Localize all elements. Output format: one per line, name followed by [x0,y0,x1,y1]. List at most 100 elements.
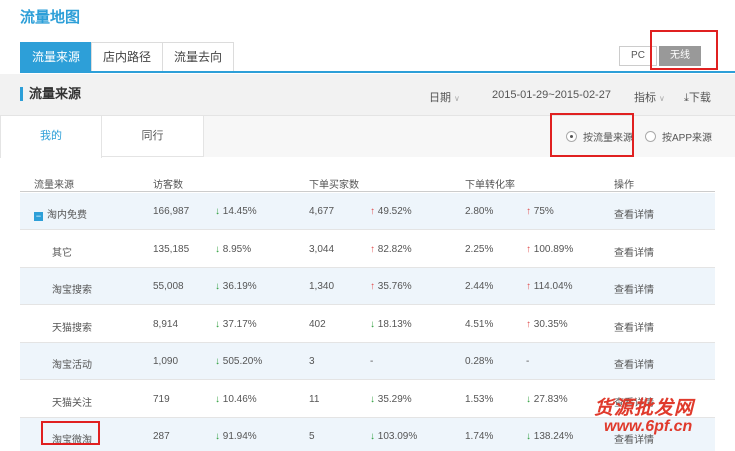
visitors-cell: 719 [153,393,170,405]
arrow-up-icon: ↑ [526,318,531,330]
table-row: 天猫关注 719 ↓ 10.46% 11 ↓ 35.29% 1.53% ↓ 27.83% 查看… [20,381,715,418]
table-row: 淘宝微淘 287 ↓ 91.94% 5 ↓ 103.09% 1.74% ↓ 138.24% 查… [20,418,715,451]
buyers-change-value: 18.13% [377,318,412,330]
buyers-change: ↑ 49.52% [370,206,412,217]
source-name-cell: 淘宝活动 [52,356,92,371]
buyers-change-value: 35.76% [377,281,412,292]
radio-by-app-source[interactable]: 按APP来源 [645,129,712,144]
conversion-change-value: 100.89% [533,243,574,255]
tabs-underline [20,71,735,73]
arrow-down-icon: ↓ [215,281,220,292]
source-name: 天猫关注 [52,397,92,409]
arrow-down-icon: ↓ [215,243,220,255]
arrow-down-icon: ↓ [526,431,531,442]
date-range: 2015-01-29~2015-02-27 [492,89,611,101]
view-details-link[interactable]: 查看详情 [614,319,654,334]
view-details-link[interactable]: 查看详情 [614,206,654,221]
visitors-cell: 8,914 [153,318,179,330]
visitors-change-value: 8.95% [222,243,252,255]
visitors-change: ↓ 14.45% [215,206,257,217]
visitors-change: ↓ 36.19% [215,281,257,292]
buyers-change: ↓ 18.13% [370,319,412,330]
arrow-up-icon: ↑ [526,281,531,292]
conversion-change: ↓ 27.83% [526,394,568,405]
arrow-down-icon: ↓ [215,356,220,367]
buyers-change-value: - [370,356,374,367]
conversion-change: ↓ 138.24% [526,431,573,442]
buyers-change-value: 82.82% [377,243,412,255]
conversion-change-value: - [526,356,530,367]
buyers-cell: 3 [309,356,315,367]
buyers-cell: 5 [309,431,315,442]
arrow-up-icon: ↑ [370,281,375,292]
buyers-cell: 4,677 [309,206,335,217]
download-label: 下载 [688,92,711,104]
source-name: 淘宝搜索 [52,285,92,296]
radio-unchecked-icon [645,131,656,142]
visitors-change: ↓ 8.95% [215,244,251,255]
buyers-cell: 11 [309,393,320,405]
section-title: 流量来源 [20,87,81,101]
buyers-change: ↓ 35.29% [370,394,412,405]
date-dropdown[interactable]: 日期 ∨ [429,89,460,105]
visitors-change-value: 10.46% [222,393,257,405]
arrow-up-icon: ↑ [370,243,375,255]
source-name: 淘内免费 [47,210,87,221]
conversion-change: ↑ 30.35% [526,319,568,330]
date-label: 日期 [429,92,451,104]
buyers-change: ↓ 103.09% [370,431,417,442]
header-source: 流量来源 [34,180,74,191]
metric-label: 指标 [634,92,656,104]
view-details-link[interactable]: 查看详情 [614,244,654,259]
visitors-change: ↓ 10.46% [215,394,257,405]
source-name-cell: 其它 [52,244,72,259]
collapse-icon[interactable]: − [34,212,43,221]
conversion-cell: 2.80% [465,206,494,217]
subtabs: 我的 同行 按流量来源 按APP来源 [0,116,735,158]
conversion-cell: 2.25% [465,243,494,255]
visitors-cell: 55,008 [153,281,184,292]
source-name-cell: 天猫搜索 [52,319,92,334]
source-name: 其它 [52,247,72,259]
view-details-link[interactable]: 查看详情 [614,281,654,296]
table-row: 天猫搜索 8,914 ↓ 37.17% 402 ↓ 18.13% 4.51% ↑ 30.35… [20,306,715,343]
conversion-cell: 1.53% [465,393,494,405]
source-name: 淘宝微淘 [52,435,92,446]
device-toggle: PC 无线 [619,46,701,66]
visitors-cell: 287 [153,431,170,442]
table-row: 淘宝搜索 55,008 ↓ 36.19% 1,340 ↑ 35.76% 2.44% ↑ 11… [20,268,715,305]
buyers-change: - [370,356,373,367]
visitors-cell: 1,090 [153,356,179,367]
page-title: 流量地图 [20,9,81,26]
view-details-link[interactable]: 查看详情 [614,356,654,371]
tab-traffic-source[interactable]: 流量来源 [20,42,93,72]
table-row: 淘宝活动 1,090 ↓ 505.20% 3 - 0.28% - 查看详情 [20,343,715,380]
metric-dropdown[interactable]: 指标 ∨ [634,89,665,105]
view-details-link[interactable]: 查看详情 [614,394,654,409]
visitors-change-value: 505.20% [222,356,263,367]
radio-by-flow-source[interactable]: 按流量来源 [566,129,633,144]
tab-store-path[interactable]: 店内路径 [91,42,164,72]
arrow-down-icon: ↓ [370,393,375,405]
source-name-cell: 淘宝搜索 [52,281,92,296]
arrow-down-icon: ↓ [215,206,220,217]
table-header: 流量来源 访客数 下单买家数 下单转化率 操作 [20,170,715,192]
view-details-link[interactable]: 查看详情 [614,431,654,446]
arrow-down-icon: ↓ [215,318,220,330]
source-name: 淘宝活动 [52,360,92,371]
source-name-cell: 天猫关注 [52,394,92,409]
conversion-change: ↑ 114.04% [526,281,573,292]
header-action: 操作 [614,180,634,191]
buyers-change-value: 35.29% [377,393,412,405]
subtab-mine[interactable]: 我的 [0,116,102,158]
wireless-button[interactable]: 无线 [659,46,701,66]
tab-traffic-destination[interactable]: 流量去向 [162,42,235,72]
conversion-change: ↑ 100.89% [526,244,573,255]
conversion-change-value: 138.24% [533,431,574,442]
subtab-peers[interactable]: 同行 [102,116,204,157]
pc-button[interactable]: PC [619,46,657,66]
conversion-cell: 2.44% [465,281,494,292]
table-row: − 淘内免费 166,987 ↓ 14.45% 4,677 ↑ 49.52% 2.80% ↑ … [20,193,715,230]
visitors-change: ↓ 91.94% [215,431,257,442]
download-button[interactable]: ⤓下载 [684,89,711,105]
